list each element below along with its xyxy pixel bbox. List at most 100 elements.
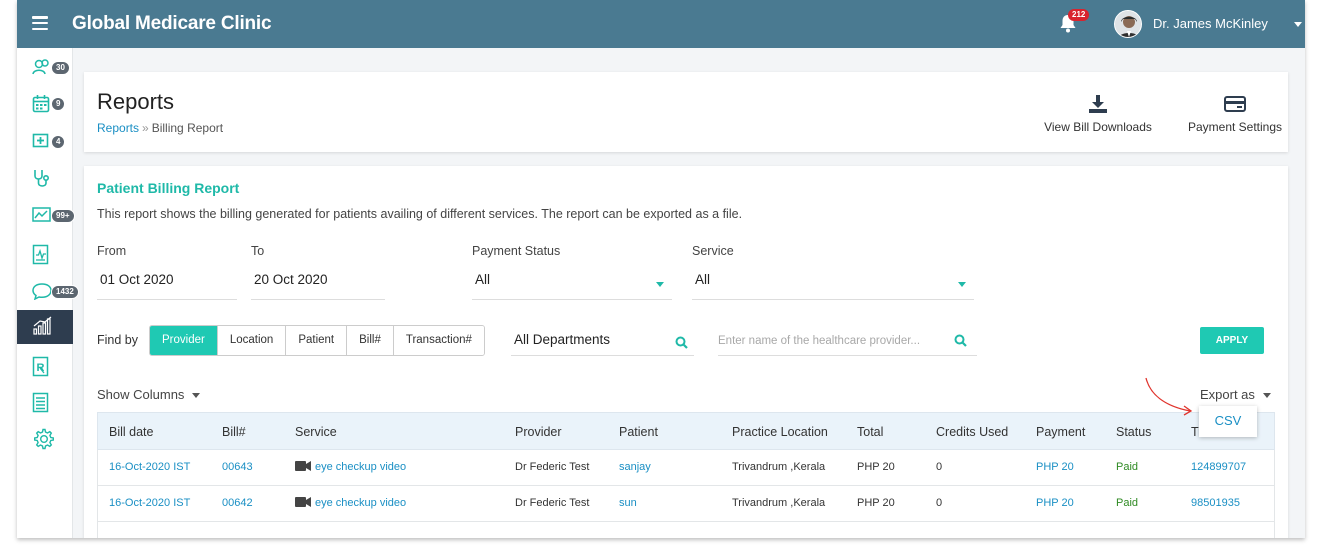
patient-link[interactable]: sun	[619, 497, 637, 509]
search-icon[interactable]	[954, 334, 967, 347]
report-description: This report shows the billing generated …	[97, 207, 743, 221]
breadcrumb-separator: »	[142, 121, 149, 135]
notification-badge: 212	[1068, 9, 1090, 21]
chevron-down-icon[interactable]	[1294, 22, 1302, 27]
table-row	[97, 522, 1275, 538]
payment-link[interactable]: PHP 20	[1036, 497, 1074, 509]
from-label: From	[97, 244, 127, 258]
find-by-patient-tab[interactable]: Patient	[286, 326, 348, 355]
column-header[interactable]: Patient	[619, 425, 658, 439]
chat-icon	[32, 283, 52, 300]
sidebar: 30 9 4 99+ 1432 R	[17, 48, 79, 538]
sidebar-item-patients[interactable]: 30	[17, 52, 73, 84]
billing-report-card: Patient Billing Report This report shows…	[84, 166, 1288, 538]
provider-cell: Dr Federic Test	[515, 461, 590, 473]
chevron-down-icon	[192, 393, 201, 399]
sidebar-item-settings[interactable]	[17, 422, 73, 454]
status-cell: Paid	[1116, 461, 1139, 473]
payment-status-label: Payment Status	[472, 244, 561, 258]
app-frame: Global Medicare Clinic 212 Dr. James McK…	[17, 0, 1305, 538]
sidebar-item-health-records[interactable]	[17, 238, 73, 270]
bill-date-link[interactable]: 16-Oct-2020 IST	[109, 461, 190, 473]
transaction-link[interactable]: 124899707	[1191, 461, 1246, 473]
service-label: eye checkup video	[315, 461, 407, 473]
to-label: To	[251, 244, 265, 258]
avatar[interactable]	[1114, 10, 1142, 38]
billing-list-icon	[32, 392, 49, 413]
view-bill-downloads-label: View Bill Downloads	[1044, 120, 1152, 134]
view-bill-downloads-button[interactable]: View Bill Downloads	[1038, 94, 1158, 134]
apply-button[interactable]: APPLY	[1200, 327, 1264, 354]
column-header[interactable]: Total	[857, 425, 883, 439]
column-header[interactable]: Provider	[515, 425, 562, 439]
payment-status-select[interactable]: All	[472, 272, 672, 300]
bill-number-link[interactable]: 00642	[222, 497, 253, 509]
payment-settings-button[interactable]: Payment Settings	[1182, 94, 1288, 134]
export-label: Export as	[1200, 387, 1255, 402]
bill-number-link[interactable]: 00643	[222, 461, 253, 473]
show-columns-label: Show Columns	[97, 387, 185, 402]
service-select[interactable]: All	[692, 272, 974, 300]
sidebar-badge: 99+	[51, 209, 75, 223]
health-report-icon	[32, 244, 49, 265]
to-date-field[interactable]: 20 Oct 2020	[251, 272, 385, 300]
provider-search-input[interactable]	[718, 327, 977, 356]
table-row: 16-Oct-2020 IST 00643 eye checkup video …	[97, 450, 1275, 486]
find-by-transaction-tab[interactable]: Transaction#	[393, 326, 484, 355]
bar-chart-icon	[33, 316, 52, 335]
payment-link[interactable]: PHP 20	[1036, 461, 1074, 473]
sidebar-item-analytics[interactable]: 99+	[17, 200, 75, 232]
patient-link[interactable]: sanjay	[619, 461, 651, 473]
column-header[interactable]: Status	[1116, 425, 1151, 439]
find-by-label: Find by	[97, 333, 138, 347]
credits-cell: 0	[936, 461, 943, 473]
calendar-icon	[32, 95, 50, 113]
top-bar: Global Medicare Clinic 212 Dr. James McK…	[17, 0, 1305, 48]
find-by-provider-tab[interactable]: Provider	[150, 326, 218, 355]
sidebar-item-consult[interactable]	[17, 162, 73, 194]
sidebar-item-prescriptions[interactable]: R	[17, 350, 73, 382]
column-header[interactable]: Service	[295, 425, 337, 439]
users-icon	[32, 59, 49, 75]
sidebar-item-billing[interactable]	[17, 386, 73, 418]
sidebar-badge: 30	[51, 61, 70, 75]
sidebar-badge: 9	[51, 97, 66, 111]
payment-settings-label: Payment Settings	[1187, 120, 1283, 134]
credit-card-icon	[1224, 96, 1246, 112]
service-label: eye checkup video	[315, 497, 407, 509]
hamburger-menu-icon[interactable]	[32, 16, 48, 30]
column-header[interactable]: Practice Location	[732, 425, 828, 439]
department-select[interactable]: All Departments	[511, 327, 694, 356]
export-csv-option[interactable]: CSV	[1199, 406, 1257, 437]
medical-plus-icon	[32, 133, 49, 148]
user-name[interactable]: Dr. James McKinley	[1153, 16, 1268, 31]
total-cell: PHP 20	[857, 461, 895, 473]
sidebar-item-reports[interactable]	[17, 310, 73, 344]
breadcrumb-reports-link[interactable]: Reports	[97, 121, 139, 135]
total-cell: PHP 20	[857, 497, 895, 509]
transaction-link[interactable]: 98501935	[1191, 497, 1240, 509]
breadcrumb: Reports» Billing Report	[97, 121, 223, 135]
location-cell: Trivandrum ,Kerala	[732, 497, 826, 509]
show-columns-dropdown[interactable]: Show Columns	[97, 387, 201, 402]
location-cell: Trivandrum ,Kerala	[732, 461, 826, 473]
from-date-field[interactable]: 01 Oct 2020	[97, 272, 237, 300]
export-dropdown[interactable]: Export as	[1200, 387, 1271, 402]
column-header[interactable]: Payment	[1036, 425, 1085, 439]
breadcrumb-current: Billing Report	[151, 121, 224, 135]
sidebar-item-medical[interactable]: 4	[17, 126, 73, 158]
sidebar-item-appointments[interactable]: 9	[17, 88, 73, 120]
column-header[interactable]: Bill#	[222, 425, 246, 439]
search-icon[interactable]	[675, 336, 688, 349]
bill-date-link[interactable]: 16-Oct-2020 IST	[109, 497, 190, 509]
column-header[interactable]: Bill date	[109, 425, 153, 439]
find-by-bill-tab[interactable]: Bill#	[347, 326, 394, 355]
sidebar-item-messages[interactable]: 1432	[17, 276, 79, 308]
service-link[interactable]: eye checkup video	[295, 461, 406, 473]
stethoscope-icon	[34, 170, 50, 187]
sidebar-badge: 1432	[51, 285, 79, 299]
provider-cell: Dr Federic Test	[515, 497, 590, 509]
column-header[interactable]: Credits Used	[936, 425, 1008, 439]
service-link[interactable]: eye checkup video	[295, 497, 406, 509]
find-by-location-tab[interactable]: Location	[217, 326, 287, 355]
